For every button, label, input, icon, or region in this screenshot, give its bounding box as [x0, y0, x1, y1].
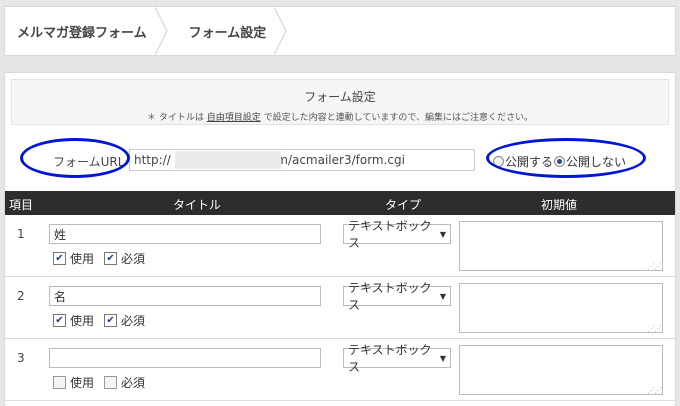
chevron-down-icon: ▼ — [439, 353, 446, 363]
visibility-radio-group: 公開する 公開しない — [493, 153, 627, 170]
type-select[interactable]: テキストボックス ▼ — [343, 343, 451, 374]
use-label: 使用 — [70, 314, 95, 328]
breadcrumb: メルマガ登録フォーム フォーム設定 — [4, 6, 676, 56]
resize-grip-icon[interactable]: ⋰⋰ — [647, 262, 662, 271]
type-select-value: テキストボックス — [348, 281, 432, 312]
use-checkbox[interactable] — [53, 376, 66, 389]
chevron-down-icon: ▼ — [439, 291, 446, 301]
column-header-title: タイトル — [173, 198, 222, 212]
required-checkbox[interactable] — [104, 376, 118, 389]
resize-grip-icon[interactable]: ⋰⋰ — [647, 324, 662, 333]
type-select[interactable]: テキストボックス ▼ — [343, 281, 451, 312]
row-checkboxes: 使用 必須 — [53, 374, 155, 391]
radio-public[interactable] — [493, 156, 504, 167]
required-checkbox[interactable]: ✔ — [104, 314, 118, 327]
column-header-type: タイプ — [385, 198, 422, 212]
initial-value-textarea[interactable] — [459, 221, 663, 271]
row-number: 3 — [17, 351, 25, 365]
note-suffix: で設定した内容と連動していますので、編集にはご注意ください。 — [263, 113, 533, 123]
breadcrumb-separator-icon — [154, 7, 168, 55]
row-checkboxes: ✔ 使用 ✔ 必須 — [53, 250, 155, 267]
required-label: 必須 — [121, 376, 146, 390]
radio-public-label[interactable]: 公開する — [505, 153, 553, 170]
breadcrumb-label: フォーム設定 — [188, 25, 267, 41]
initial-value-textarea[interactable] — [459, 283, 663, 333]
form-url-row: フォームURL 公開する 公開しない — [5, 145, 675, 177]
use-label: 使用 — [70, 376, 95, 390]
use-checkbox[interactable]: ✔ — [53, 314, 66, 327]
redacted-domain — [175, 151, 281, 169]
use-checkbox[interactable]: ✔ — [53, 252, 66, 265]
row-number: 2 — [17, 289, 25, 303]
table-row: 3 使用 必須 テキストボックス ▼ ⋰⋰ — [5, 339, 675, 401]
row-checkboxes: ✔ 使用 ✔ 必須 — [53, 312, 155, 329]
title-input[interactable] — [49, 286, 321, 306]
type-select[interactable]: テキストボックス ▼ — [343, 219, 451, 250]
column-header-initial: 初期値 — [541, 198, 578, 212]
free-field-settings-link[interactable]: 自由項目設定 — [207, 113, 261, 123]
table-row: 1 ✔ 使用 ✔ 必須 テキストボックス ▼ ⋰⋰ — [5, 215, 675, 277]
title-input[interactable] — [49, 224, 321, 244]
required-label: 必須 — [121, 314, 146, 328]
panel-note: ＊ タイトルは 自由項目設定 で設定した内容と連動していますので、編集にはご注意… — [12, 110, 668, 123]
panel-header: フォーム設定 ＊ タイトルは 自由項目設定 で設定した内容と連動していますので、… — [11, 79, 669, 125]
required-checkbox[interactable]: ✔ — [104, 252, 118, 265]
breadcrumb-item-form-settings[interactable]: フォーム設定 — [169, 7, 289, 55]
breadcrumb-separator-icon — [274, 7, 287, 55]
radio-private[interactable] — [554, 156, 566, 167]
note-prefix: ＊ タイトルは — [146, 113, 204, 123]
chevron-down-icon: ▼ — [439, 229, 446, 239]
title-input[interactable] — [49, 348, 321, 368]
column-header-item: 項目 — [9, 198, 34, 212]
page: メルマガ登録フォーム フォーム設定 フォーム設定 ＊ タイトルは 自由項目設定 … — [0, 0, 680, 406]
panel-title: フォーム設定 — [304, 90, 376, 104]
form-url-label: フォームURL — [53, 155, 125, 169]
radio-private-label[interactable]: 公開しない — [566, 153, 626, 170]
table-row: 2 ✔ 使用 ✔ 必須 テキストボックス ▼ ⋰⋰ — [5, 277, 675, 339]
required-label: 必須 — [121, 252, 146, 266]
breadcrumb-label: メルマガ登録フォーム — [17, 25, 147, 41]
type-select-value: テキストボックス — [348, 219, 432, 250]
form-settings-panel: フォーム設定 ＊ タイトルは 自由項目設定 で設定した内容と連動していますので、… — [4, 72, 676, 406]
type-select-value: テキストボックス — [348, 343, 432, 374]
initial-value-textarea[interactable] — [459, 345, 663, 395]
fields-table: 項目 タイトル タイプ 初期値 1 ✔ 使用 ✔ 必須 テキストボックス ▼ — [5, 191, 675, 401]
breadcrumb-item-mailmag-form[interactable]: メルマガ登録フォーム — [5, 7, 169, 55]
table-header: 項目 タイトル タイプ 初期値 — [5, 191, 675, 215]
row-number: 1 — [17, 227, 25, 241]
resize-grip-icon[interactable]: ⋰⋰ — [647, 386, 662, 395]
use-label: 使用 — [70, 252, 95, 266]
